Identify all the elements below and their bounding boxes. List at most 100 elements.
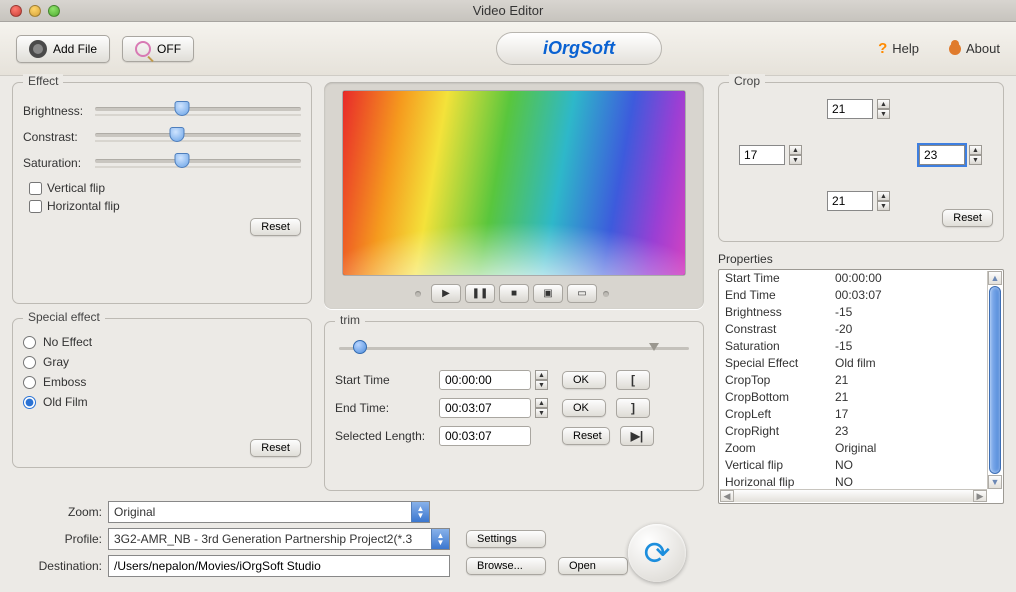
property-name: CropLeft: [719, 406, 829, 423]
stop-button[interactable]: ■: [499, 284, 529, 303]
crop-reset-button[interactable]: Reset: [942, 209, 993, 227]
transport-bar: ▶ ❚❚ ■ ▣ ▭: [342, 284, 686, 303]
crop-left-input[interactable]: [739, 145, 785, 165]
properties-hscrollbar[interactable]: ◀ ▶: [720, 489, 987, 502]
start-time-input[interactable]: [439, 370, 531, 390]
mark-in-button[interactable]: [: [616, 370, 650, 390]
end-time-stepper[interactable]: ▲▼: [535, 398, 548, 418]
output-settings: Zoom: Original ▲▼ Profile: 3G2-AMR_NB - …: [12, 496, 706, 582]
property-row: CropBottom21: [719, 389, 1003, 406]
special-radio[interactable]: [23, 376, 36, 389]
properties-legend: Properties: [718, 252, 1004, 266]
special-effect-legend: Special effect: [23, 310, 105, 324]
scroll-right-icon[interactable]: ▶: [973, 490, 987, 502]
logo: iOrgSoft: [496, 32, 662, 65]
about-link[interactable]: About: [949, 41, 1000, 56]
fullscreen-button[interactable]: ▭: [567, 284, 597, 303]
video-preview[interactable]: [342, 90, 686, 276]
scroll-down-icon[interactable]: ▼: [988, 475, 1002, 489]
property-value: -20: [829, 321, 1003, 338]
browse-button[interactable]: Browse...: [466, 557, 546, 575]
add-file-button[interactable]: Add File: [16, 35, 110, 63]
crop-bottom-stepper[interactable]: ▲▼: [877, 191, 890, 211]
brightness-thumb[interactable]: [174, 101, 189, 116]
special-effect-panel: Special effect No EffectGrayEmbossOld Fi…: [12, 318, 312, 468]
vertical-flip-checkbox[interactable]: [29, 182, 42, 195]
settings-button[interactable]: Settings: [466, 530, 546, 548]
properties-vscrollbar[interactable]: ▲ ▼: [987, 271, 1002, 489]
crop-top-input[interactable]: [827, 99, 873, 119]
special-option-no-effect[interactable]: No Effect: [23, 335, 301, 349]
convert-button[interactable]: ⟳: [628, 524, 686, 582]
special-option-label: Emboss: [43, 375, 86, 389]
brightness-slider[interactable]: [95, 103, 301, 119]
trim-thumb[interactable]: [353, 340, 367, 354]
property-row: CropTop21: [719, 372, 1003, 389]
effect-reset-button[interactable]: Reset: [250, 218, 301, 236]
special-option-emboss[interactable]: Emboss: [23, 375, 301, 389]
special-option-gray[interactable]: Gray: [23, 355, 301, 369]
profile-label: Profile:: [12, 532, 108, 546]
scroll-left-icon[interactable]: ◀: [720, 490, 734, 502]
end-time-label: End Time:: [335, 401, 439, 415]
profile-select[interactable]: 3G2-AMR_NB - 3rd Generation Partnership …: [108, 528, 450, 550]
property-value: -15: [829, 338, 1003, 355]
property-value: 17: [829, 406, 1003, 423]
selected-length-input[interactable]: [439, 426, 531, 446]
start-ok-button[interactable]: OK: [562, 371, 606, 389]
trim-slider[interactable]: [339, 340, 689, 358]
special-option-old-film[interactable]: Old Film: [23, 395, 301, 409]
toolbar: Add File OFF iOrgSoft ? Help About: [0, 22, 1016, 76]
help-icon: ?: [878, 40, 887, 57]
crop-right-stepper[interactable]: ▲▼: [969, 145, 982, 165]
property-value: 21: [829, 389, 1003, 406]
property-value: -15: [829, 304, 1003, 321]
crop-top-stepper[interactable]: ▲▼: [877, 99, 890, 119]
special-reset-button[interactable]: Reset: [250, 439, 301, 457]
end-ok-button[interactable]: OK: [562, 399, 606, 417]
open-button[interactable]: Open: [558, 557, 628, 575]
zoom-select[interactable]: Original ▲▼: [108, 501, 430, 523]
off-label: OFF: [157, 42, 181, 56]
trim-end-marker[interactable]: [649, 343, 659, 351]
property-name: Brightness: [719, 304, 829, 321]
trim-legend: trim: [335, 313, 365, 327]
special-option-label: No Effect: [43, 335, 92, 349]
zoom-label: Zoom:: [12, 505, 108, 519]
property-row: Special EffectOld film: [719, 355, 1003, 372]
property-name: Vertical flip: [719, 457, 829, 474]
property-name: Saturation: [719, 338, 829, 355]
start-time-stepper[interactable]: ▲▼: [535, 370, 548, 390]
off-button[interactable]: OFF: [122, 36, 194, 62]
selected-length-label: Selected Length:: [335, 429, 439, 443]
pause-button[interactable]: ❚❚: [465, 284, 495, 303]
play-selection-button[interactable]: ▶|: [620, 426, 654, 446]
snapshot-button[interactable]: ▣: [533, 284, 563, 303]
special-radio[interactable]: [23, 396, 36, 409]
chevron-updown-icon: ▲▼: [411, 502, 429, 522]
crop-left-stepper[interactable]: ▲▼: [789, 145, 802, 165]
special-radio[interactable]: [23, 356, 36, 369]
saturation-slider[interactable]: [95, 155, 301, 171]
property-value: Original: [829, 440, 1003, 457]
property-row: Brightness-15: [719, 304, 1003, 321]
special-radio[interactable]: [23, 336, 36, 349]
horizontal-flip-checkbox[interactable]: [29, 200, 42, 213]
saturation-thumb[interactable]: [174, 153, 189, 168]
property-value: 00:00:00: [829, 270, 1003, 287]
property-value: 21: [829, 372, 1003, 389]
end-time-input[interactable]: [439, 398, 531, 418]
contrast-slider[interactable]: [95, 129, 301, 145]
help-link[interactable]: ? Help: [878, 40, 919, 57]
properties-panel: Properties Start Time00:00:00End Time00:…: [718, 252, 1004, 504]
crop-bottom-input[interactable]: [827, 191, 873, 211]
contrast-thumb[interactable]: [170, 127, 185, 142]
play-button[interactable]: ▶: [431, 284, 461, 303]
brightness-label: Brightness:: [23, 104, 95, 118]
scroll-up-icon[interactable]: ▲: [988, 271, 1002, 285]
destination-input[interactable]: [108, 555, 450, 577]
mark-out-button[interactable]: ]: [616, 398, 650, 418]
trim-reset-button[interactable]: Reset: [562, 427, 610, 445]
crop-right-input[interactable]: [919, 145, 965, 165]
scroll-thumb[interactable]: [989, 286, 1001, 474]
